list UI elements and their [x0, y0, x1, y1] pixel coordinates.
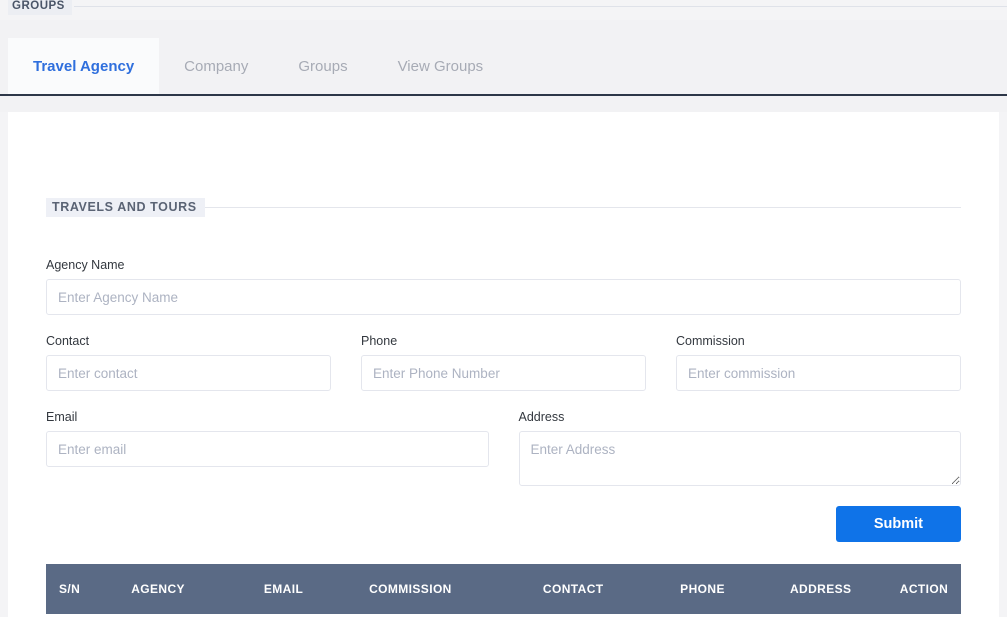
table-header-email[interactable]: EMAIL	[251, 564, 358, 614]
table-header-phone[interactable]: PHONE	[668, 564, 778, 614]
tab-view-groups-label: View Groups	[397, 57, 484, 75]
form-row-contact-phone-commission: Contact Phone Commission	[46, 334, 961, 391]
contact-input[interactable]	[46, 355, 331, 391]
field-email: Email	[46, 410, 489, 486]
tab-bar: Travel Agency Company Groups View Groups	[0, 20, 1007, 96]
field-address: Address	[518, 410, 961, 486]
breadcrumb-divider	[73, 5, 1007, 7]
commission-input[interactable]	[676, 355, 961, 391]
tab-content-gap	[0, 96, 1007, 112]
table-header-commission[interactable]: COMMISSION	[357, 564, 531, 614]
email-label: Email	[46, 410, 78, 424]
tab-company[interactable]: Company	[159, 38, 273, 94]
section-title: TRAVELS AND TOURS	[46, 197, 205, 217]
tab-view-groups[interactable]: View Groups	[373, 38, 509, 94]
field-phone: Phone	[361, 334, 646, 391]
tab-travel-agency[interactable]: Travel Agency	[8, 38, 160, 94]
tab-travel-agency-label: Travel Agency	[33, 57, 135, 75]
commission-label: Commission	[676, 334, 745, 348]
table-header-address[interactable]: ADDRESS	[777, 564, 888, 614]
submit-button[interactable]: Submit	[835, 506, 961, 542]
email-input[interactable]	[46, 431, 489, 467]
field-agency-name: Agency Name	[46, 258, 961, 315]
contact-label: Contact	[46, 334, 90, 348]
breadcrumb-title: GROUPS	[8, 0, 72, 15]
section-header: TRAVELS AND TOURS	[46, 197, 961, 217]
table-header-contact[interactable]: CONTACT	[530, 564, 669, 614]
tab-groups-label: Groups	[298, 57, 348, 75]
agency-table-head: S/N AGENCY EMAIL COMMISSION CONTACT PHON…	[46, 564, 961, 614]
breadcrumb: GROUPS	[0, 0, 1007, 20]
address-label: Address	[518, 410, 565, 424]
address-textarea[interactable]	[518, 431, 961, 486]
travel-agency-form: Agency Name Contact Phone Commission	[46, 258, 961, 542]
agency-name-label: Agency Name	[46, 258, 125, 272]
card-top-spacer	[46, 112, 961, 198]
agency-name-input[interactable]	[46, 279, 961, 315]
table-header-row: S/N AGENCY EMAIL COMMISSION CONTACT PHON…	[46, 564, 961, 614]
table-header-sn[interactable]: S/N	[46, 564, 120, 614]
phone-input[interactable]	[361, 355, 646, 391]
table-header-action[interactable]: ACTION	[887, 564, 961, 614]
field-contact: Contact	[46, 334, 331, 391]
agency-table: S/N AGENCY EMAIL COMMISSION CONTACT PHON…	[46, 564, 961, 614]
tab-company-label: Company	[184, 57, 249, 75]
content-card: TRAVELS AND TOURS Agency Name Contact Ph…	[8, 112, 999, 617]
form-row-agency: Agency Name	[46, 258, 961, 315]
submit-row: Submit	[46, 506, 961, 542]
field-commission: Commission	[676, 334, 961, 391]
section-divider	[204, 206, 961, 208]
table-header-agency[interactable]: AGENCY	[119, 564, 252, 614]
form-row-email-address: Email Address	[46, 410, 961, 486]
phone-label: Phone	[361, 334, 398, 348]
tab-groups[interactable]: Groups	[273, 38, 372, 94]
